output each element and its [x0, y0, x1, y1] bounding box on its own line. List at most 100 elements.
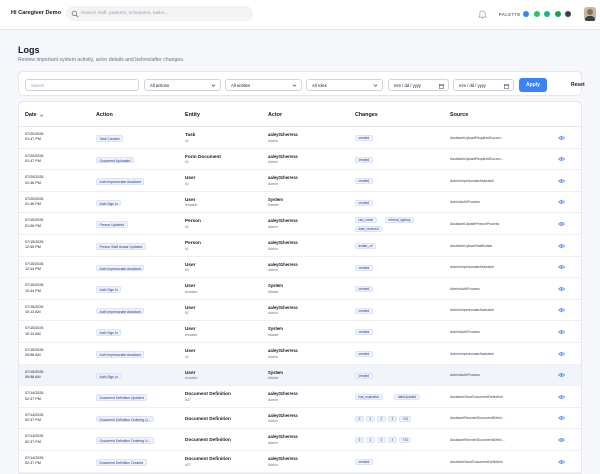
entity-name: Document Definition — [185, 456, 231, 461]
entity-id: #master — [185, 376, 198, 381]
actor-name: aaley01herrera — [268, 391, 298, 397]
eye-icon[interactable] — [558, 329, 565, 335]
actor-role: Admin — [268, 440, 278, 445]
eye-icon[interactable] — [558, 286, 565, 292]
change-badge: created — [355, 156, 373, 163]
action-badge: Person Updated — [96, 221, 128, 228]
eye-icon[interactable] — [558, 437, 565, 443]
table-row[interactable]: 07/20/2026 01:46 PM Auth Impersonate Assis… — [19, 170, 581, 192]
eye-icon[interactable] — [558, 264, 565, 270]
row-date: 07/14/2026 02:37 PM — [25, 391, 43, 402]
eye-icon[interactable] — [558, 459, 565, 465]
table-row[interactable]: 07/15/2026 09:58 AM Auth Sign In User #maste… — [19, 364, 581, 387]
entity-id: #1 — [185, 268, 189, 273]
reset-button[interactable]: Reset — [571, 78, 585, 92]
source-text: AssistantReorderDocumentDefini... — [450, 416, 505, 421]
table-row[interactable]: 07/15/2026 09:58 AM Auth Impersonate Assis… — [19, 343, 581, 365]
column-header-actor: Actor — [268, 112, 283, 118]
eye-icon[interactable] — [558, 394, 565, 400]
actor-name: aaley01herrera — [268, 434, 298, 440]
date-from-input[interactable]: mm / dd / yyyy — [388, 79, 449, 91]
row-date-time: 02:37 PM — [25, 418, 41, 423]
column-header-source: Source — [450, 112, 469, 118]
chevron-down-icon — [292, 84, 297, 87]
palette-swatch[interactable] — [523, 11, 529, 17]
row-date-time: 02:37 PM — [25, 439, 41, 444]
entity-name: User — [185, 283, 196, 289]
table-row[interactable]: 07/20/2026 01:47 PM Task Created Task #1 aale… — [19, 127, 581, 149]
row-date: 07/20/2026 01:46 PM — [25, 175, 43, 186]
change-badge: created — [355, 199, 373, 206]
actor-name: aaley01herrera — [268, 261, 298, 267]
change-badge: created — [355, 135, 373, 141]
table-row[interactable]: 07/20/2026 01:46 PM Auth Sign In User #maste… — [19, 192, 581, 214]
change-badge: created — [355, 372, 373, 379]
date-to-input[interactable]: mm / dd / yyyy — [453, 79, 514, 91]
eye-icon[interactable] — [558, 351, 565, 357]
row-date-time: 09:58 AM — [25, 375, 41, 379]
row-date: 07/15/2026 10:13 AM — [25, 326, 43, 337]
eye-icon[interactable] — [558, 178, 565, 184]
row-date-time: 12:44 PM — [25, 267, 41, 271]
source-text: AssistantUploadRequiredDocum... — [450, 157, 504, 162]
apply-button[interactable]: Apply — [519, 78, 547, 92]
row-date-time: 10:13 AM — [25, 310, 41, 315]
actor-name: aaley01herrera — [268, 412, 298, 418]
eye-icon[interactable] — [558, 243, 565, 249]
table-row[interactable]: 07/20/2026 01:47 PM Document Uploaded Form … — [19, 149, 581, 171]
actor-name: aaley01herrera — [268, 456, 298, 461]
table-row[interactable]: 07/15/2026 01:06 PM Person Updated Person #2… — [19, 213, 581, 235]
change-badge: 1 — [366, 437, 375, 444]
global-search[interactable]: Search staff, patients, schedules, tasks… — [66, 6, 253, 21]
source-text: AssistantUploadRequiredDocum... — [450, 135, 504, 140]
action-badge: Auth Impersonate Assistant — [96, 264, 145, 272]
source-text: AdminAuthProcess — [450, 329, 480, 334]
actor-role: Admin — [268, 246, 278, 251]
actor-role: Master — [268, 289, 279, 294]
row-date-day: 07/15/2026 — [25, 326, 44, 331]
change-badge: created — [355, 264, 373, 271]
entity-name: User — [185, 304, 196, 310]
change-badge: referral_agency — [385, 217, 415, 224]
eye-icon[interactable] — [558, 156, 565, 162]
calendar-icon — [439, 83, 444, 89]
change-badge: 1 — [366, 415, 375, 422]
table-row[interactable]: 07/15/2026 10:13 AM Auth Impersonate Assis… — [19, 300, 581, 322]
logs-table: Date Action Entity Actor Changes Source … — [18, 101, 582, 474]
palette-swatch[interactable] — [554, 11, 561, 17]
table-row[interactable]: 07/15/2026 12:44 PM Auth Impersonate Assis… — [19, 257, 581, 279]
table-row[interactable]: 07/14/2026 02:37 PM Document Definition Or… — [19, 408, 581, 430]
brand-title[interactable]: Hi Caregiver Demo — [11, 10, 61, 16]
column-header-date[interactable]: Date — [25, 112, 37, 118]
eye-icon[interactable] — [558, 199, 565, 205]
chevron-down-icon[interactable] — [39, 113, 44, 118]
palette-swatch[interactable] — [565, 11, 571, 17]
roles-select[interactable]: All roles — [306, 79, 383, 91]
palette-swatch[interactable] — [533, 11, 540, 17]
table-row[interactable]: 07/14/2026 02:37 PM Document Definition Cr… — [19, 451, 581, 473]
eye-icon[interactable] — [558, 221, 565, 227]
source-text: AssistantUpdatePersonProcess — [450, 221, 500, 226]
table-row[interactable]: 07/15/2026 12:44 PM Auth Sign In User #maste… — [19, 278, 581, 300]
bell-icon[interactable] — [478, 9, 487, 19]
row-date: 07/15/2026 12:44 PM — [25, 283, 43, 294]
table-row[interactable]: 07/14/2026 02:37 PM Document Definition Up… — [19, 386, 581, 408]
eye-icon[interactable] — [558, 372, 565, 378]
eye-icon[interactable] — [558, 415, 565, 421]
actor-name: aaley01herrera — [268, 153, 298, 159]
entity-id: #2 — [185, 224, 189, 229]
table-row[interactable]: 07/15/2026 10:13 AM Auth Sign In User #maste… — [19, 321, 581, 343]
actor-role: Admin — [268, 181, 278, 186]
search-input[interactable]: Search — [25, 79, 139, 91]
table-row[interactable]: 07/14/2026 02:37 PM Document Definition Or… — [19, 429, 581, 451]
table-row[interactable]: 07/15/2026 12:55 PM Person Staff Avatar Up… — [19, 235, 581, 257]
eye-icon[interactable] — [558, 135, 565, 141]
entities-select[interactable]: All entities — [225, 79, 302, 91]
entity-name: User — [185, 196, 196, 202]
palette-swatch[interactable] — [544, 11, 550, 17]
palette-label: PALETTE — [499, 11, 521, 17]
actions-select[interactable]: All actions — [144, 79, 221, 91]
actor-role: Master — [268, 376, 279, 381]
avatar[interactable] — [584, 7, 596, 21]
eye-icon[interactable] — [558, 307, 565, 313]
